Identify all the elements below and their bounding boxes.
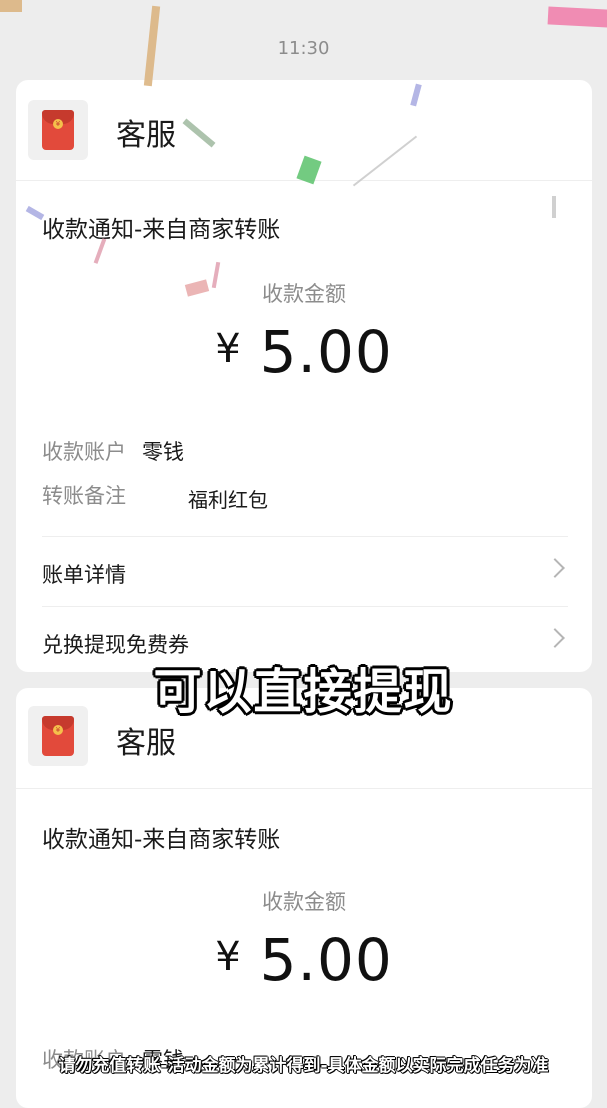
currency-symbol: ¥ xyxy=(215,934,242,980)
amount-value: ¥5.00 xyxy=(16,318,592,386)
transfer-card-2[interactable]: ¥ 客服 收款通知-来自商家转账 收款金额 ¥5.00 收款账户 零钱 xyxy=(16,688,592,1108)
amount-number: 5.00 xyxy=(259,926,393,994)
disclaimer-caption: 请勿充值转账-活动金额为累计得到-具体金额以实际完成任务为准 xyxy=(58,1056,549,1076)
account-value: 零钱 xyxy=(142,440,184,464)
remark-key: 转账备注 xyxy=(42,484,126,508)
status-time: 11:30 xyxy=(277,38,330,59)
confetti-piece xyxy=(547,6,607,28)
confetti-piece xyxy=(552,196,556,218)
link-label: 账单详情 xyxy=(42,563,126,587)
sender-name: 客服 xyxy=(116,726,176,761)
notice-title: 收款通知-来自商家转账 xyxy=(42,217,281,243)
account-key: 收款账户 xyxy=(42,440,126,464)
account-row: 收款账户 零钱 xyxy=(42,436,184,466)
chevron-right-icon xyxy=(545,628,565,648)
confetti-piece xyxy=(0,0,22,12)
avatar[interactable]: ¥ xyxy=(28,100,88,160)
currency-symbol: ¥ xyxy=(215,326,242,372)
notice-title: 收款通知-来自商家转账 xyxy=(42,827,281,853)
bill-details-link[interactable]: 账单详情 xyxy=(42,536,568,605)
remark-row: 转账备注 xyxy=(42,480,126,510)
sender-name: 客服 xyxy=(116,118,176,153)
amount-label: 收款金额 xyxy=(262,282,346,306)
red-envelope-icon: ¥ xyxy=(42,110,74,150)
chevron-right-icon xyxy=(545,558,565,578)
video-caption: 可以直接提现 xyxy=(153,664,454,720)
red-envelope-icon: ¥ xyxy=(42,716,74,756)
amount-label: 收款金额 xyxy=(262,890,346,914)
remark-value: 福利红包 xyxy=(188,488,268,512)
amount-value: ¥5.00 xyxy=(16,926,592,994)
amount-number: 5.00 xyxy=(259,318,393,386)
